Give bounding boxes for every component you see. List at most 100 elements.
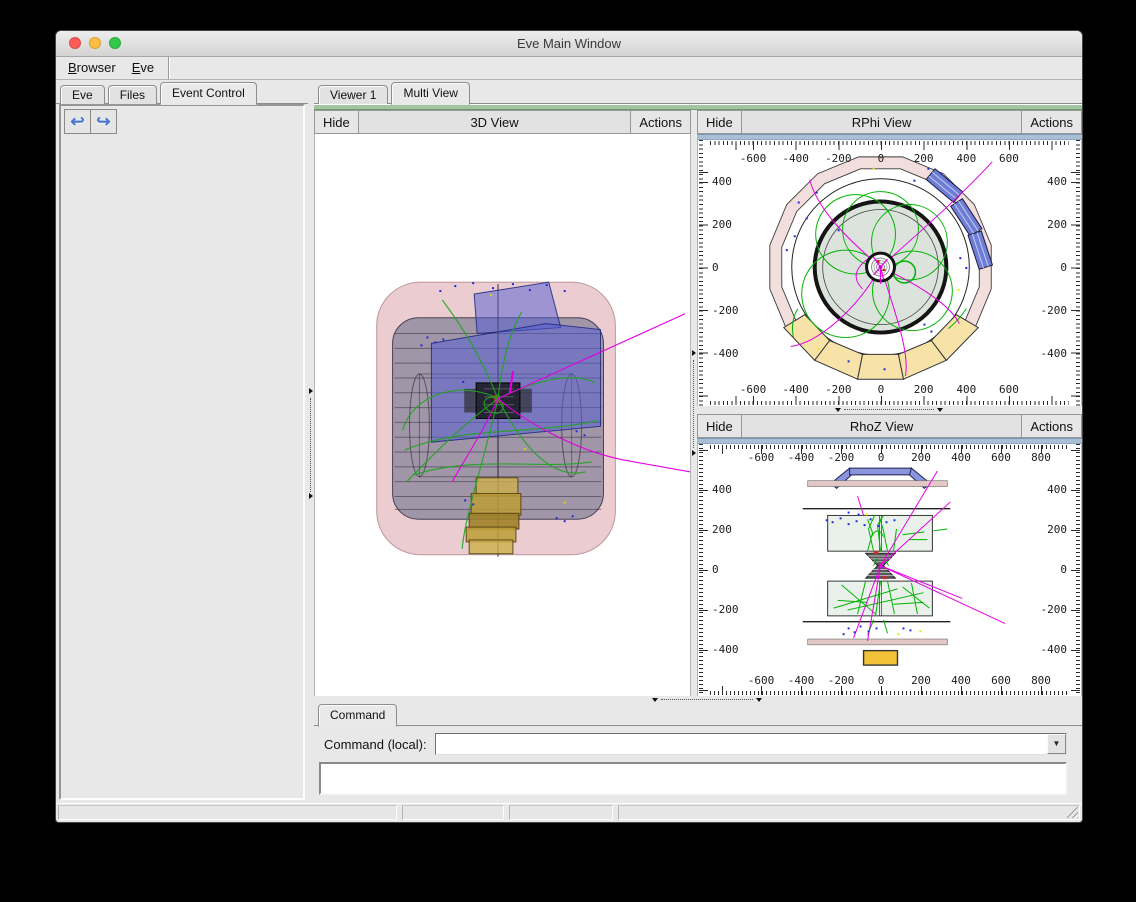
rhoz-viewer-canvas[interactable]: -600-400-2000200400600800 -600-400-20002…	[697, 444, 1082, 696]
tab-multi-view[interactable]: Multi View	[391, 82, 469, 105]
actions-button[interactable]: Actions	[630, 111, 690, 133]
tick-label: -400	[712, 347, 748, 361]
tick-label: 200	[904, 152, 944, 165]
tick-label: -600	[741, 674, 781, 687]
pane-3d-view: Hide 3D View Actions	[314, 110, 691, 696]
rhoz-yellow-module	[864, 651, 898, 665]
tick-label: 400	[712, 175, 748, 189]
tick-marks	[699, 444, 708, 696]
rphi-axis-x-bottom: -600-400-2000200400600	[733, 383, 1029, 396]
tick-label: 200	[901, 451, 941, 464]
minimize-button[interactable]	[89, 37, 101, 49]
tab-command[interactable]: Command	[318, 704, 397, 727]
viewer-panel: Viewer 1 Multi View Hide 3D View Actions	[314, 80, 1082, 803]
multi-view-area: Hide 3D View Actions	[314, 110, 1082, 696]
rhoz-view-title: RhoZ View	[742, 415, 1022, 437]
main-area: Eve Files Event Control ↩ ↪	[56, 80, 1082, 803]
tick-marks	[710, 686, 1069, 695]
collapse-right-arrow-icon	[309, 388, 313, 394]
tick-label: 400	[1031, 175, 1067, 189]
actions-button[interactable]: Actions	[1021, 111, 1081, 133]
menubar: Browser Eve	[56, 57, 1082, 80]
tick-label: 800	[1021, 674, 1061, 687]
eve-main-window: Eve Main Window Browser Eve Eve Files Ev…	[55, 30, 1083, 823]
rphi-view-title: RPhi View	[742, 111, 1022, 133]
hide-button[interactable]: Hide	[315, 111, 359, 133]
rhoz-ruler-bottom	[710, 686, 1069, 695]
collapse-down-arrow-icon	[652, 698, 658, 702]
zoom-button[interactable]	[109, 37, 121, 49]
hide-button[interactable]: Hide	[698, 111, 742, 133]
rphi-drawing	[698, 140, 1081, 406]
actions-button[interactable]: Actions	[1021, 415, 1081, 437]
tick-label: 600	[989, 383, 1029, 396]
titlebar[interactable]: Eve Main Window	[56, 31, 1082, 57]
tick-label: 400	[941, 674, 981, 687]
rphi-ruler-left	[699, 140, 708, 406]
tab-viewer-1[interactable]: Viewer 1	[318, 85, 388, 104]
tick-label: -200	[1031, 304, 1067, 318]
pane-rphi-view: Hide RPhi View Actions	[697, 110, 1082, 406]
combo-dropdown-button[interactable]: ▼	[1047, 734, 1066, 754]
next-event-button[interactable]: ↪	[90, 109, 117, 134]
command-input[interactable]	[436, 734, 1047, 754]
tick-label: 200	[1031, 218, 1067, 232]
command-splitter-handle[interactable]	[314, 696, 1082, 704]
rhoz-axis-y-right: 4002000-200-400	[1031, 483, 1067, 657]
statusbar	[56, 803, 1082, 822]
tick-label: 200	[1031, 523, 1067, 537]
tick-label: 200	[901, 674, 941, 687]
tick-label: 200	[712, 218, 748, 232]
tick-label: 400	[946, 383, 986, 396]
tick-label: 600	[981, 674, 1021, 687]
rphi-rhoz-splitter-handle[interactable]	[697, 406, 1082, 414]
rhoz-axis-x-bottom: -600-400-2000200400600800	[741, 674, 1061, 687]
tick-marks	[1071, 140, 1080, 406]
browser-panel: Eve Files Event Control ↩ ↪	[56, 80, 308, 803]
tick-label: 800	[1021, 451, 1061, 464]
menu-eve[interactable]: Eve	[124, 57, 162, 79]
collapse-right-arrow-icon	[692, 450, 696, 456]
tick-marks	[1071, 444, 1080, 696]
previous-event-button[interactable]: ↩	[64, 109, 91, 134]
tick-label: 400	[941, 451, 981, 464]
hide-button[interactable]: Hide	[698, 415, 742, 437]
tick-label: 400	[1031, 483, 1067, 497]
tick-label: 600	[989, 152, 1029, 165]
3d-detector-drawing	[315, 134, 690, 696]
rhoz-axis-x-top: -600-400-2000200400600800	[741, 451, 1061, 464]
close-button[interactable]	[69, 37, 81, 49]
tick-label: 200	[904, 383, 944, 396]
rphi-viewer-canvas[interactable]: -600-400-2000200400600 -600-400-20002004…	[697, 140, 1082, 406]
tick-label: 0	[861, 383, 901, 396]
tab-files[interactable]: Files	[108, 85, 157, 104]
menu-browser[interactable]: Browser	[60, 57, 124, 79]
tick-marks	[710, 396, 1069, 405]
rphi-ruler-right	[1071, 140, 1080, 406]
tick-label: -200	[712, 603, 748, 617]
tick-label: 600	[981, 451, 1021, 464]
resize-grip-icon[interactable]	[1065, 805, 1078, 818]
tick-label: 0	[861, 674, 901, 687]
command-row: Command (local): ▼	[314, 726, 1082, 758]
splitter-dots	[844, 409, 934, 410]
collapse-down-arrow-icon	[937, 408, 943, 412]
viewer-tabbar: Viewer 1 Multi View	[314, 80, 1082, 104]
tick-label: -600	[733, 152, 773, 165]
collapse-down-arrow-icon	[835, 408, 841, 412]
tick-label: -400	[776, 152, 816, 165]
tick-label: -200	[1031, 603, 1067, 617]
rhoz-ruler-right	[1071, 444, 1080, 696]
tick-label: 0	[1031, 563, 1067, 577]
splitter-dots	[693, 360, 694, 448]
window-title: Eve Main Window	[517, 36, 621, 51]
rhoz-axis-y-left: 4002000-200-400	[712, 483, 748, 657]
collapse-down-arrow-icon	[756, 698, 762, 702]
tick-label: -400	[776, 383, 816, 396]
command-output[interactable]	[319, 762, 1067, 795]
tab-event-control[interactable]: Event Control	[160, 82, 257, 105]
3d-viewer-canvas[interactable]	[314, 134, 691, 696]
tab-eve[interactable]: Eve	[60, 85, 105, 104]
tick-label: -400	[781, 451, 821, 464]
collapse-right-arrow-icon	[309, 493, 313, 499]
